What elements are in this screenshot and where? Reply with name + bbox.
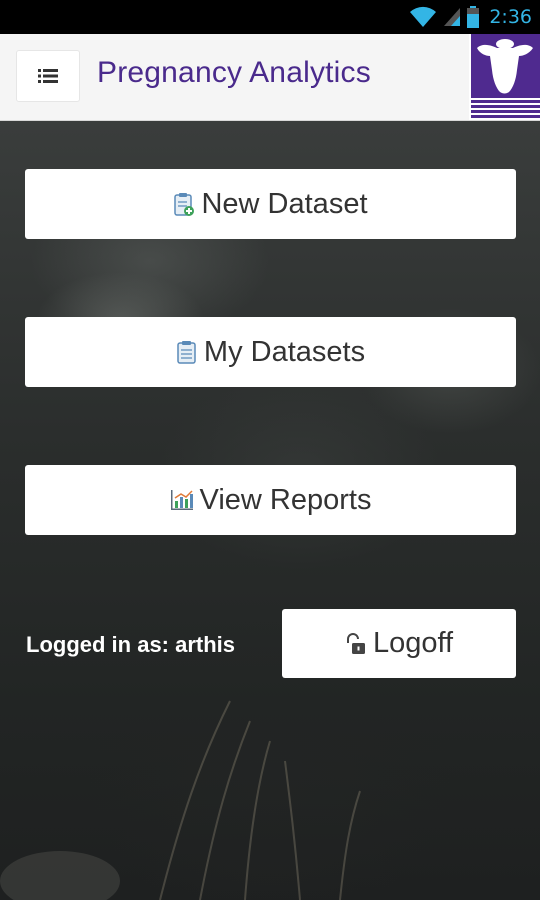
my-datasets-label: My Datasets — [203, 335, 366, 368]
new-dataset-button[interactable]: New Dataset — [25, 169, 516, 239]
app-header: Pregnancy Analytics — [0, 34, 540, 121]
list-menu-icon — [38, 68, 58, 84]
status-clock: 2:36 — [489, 6, 532, 28]
app-title: Pregnancy Analytics — [97, 56, 371, 89]
app-screen: 2:36 Pregnancy Analytics New Dataset My … — [0, 0, 540, 900]
bar-chart-icon — [170, 489, 194, 511]
logoff-label: Logoff — [372, 627, 454, 659]
logged-in-label: Logged in as: arthis — [26, 632, 236, 657]
battery-icon — [467, 6, 480, 28]
new-dataset-label: New Dataset — [201, 187, 368, 220]
wifi-icon — [409, 6, 437, 28]
signal-icon — [443, 7, 461, 27]
menu-button[interactable] — [16, 50, 80, 102]
status-bar: 2:36 — [0, 0, 540, 34]
view-reports-button[interactable]: View Reports — [25, 465, 516, 535]
clipboard-add-icon — [173, 192, 195, 216]
unlock-icon — [345, 632, 367, 656]
view-reports-label: View Reports — [199, 483, 372, 516]
logoff-button[interactable]: Logoff — [282, 609, 516, 678]
my-datasets-button[interactable]: My Datasets — [25, 317, 516, 387]
clipboard-list-icon — [176, 340, 198, 364]
cow-head-logo — [469, 34, 540, 120]
